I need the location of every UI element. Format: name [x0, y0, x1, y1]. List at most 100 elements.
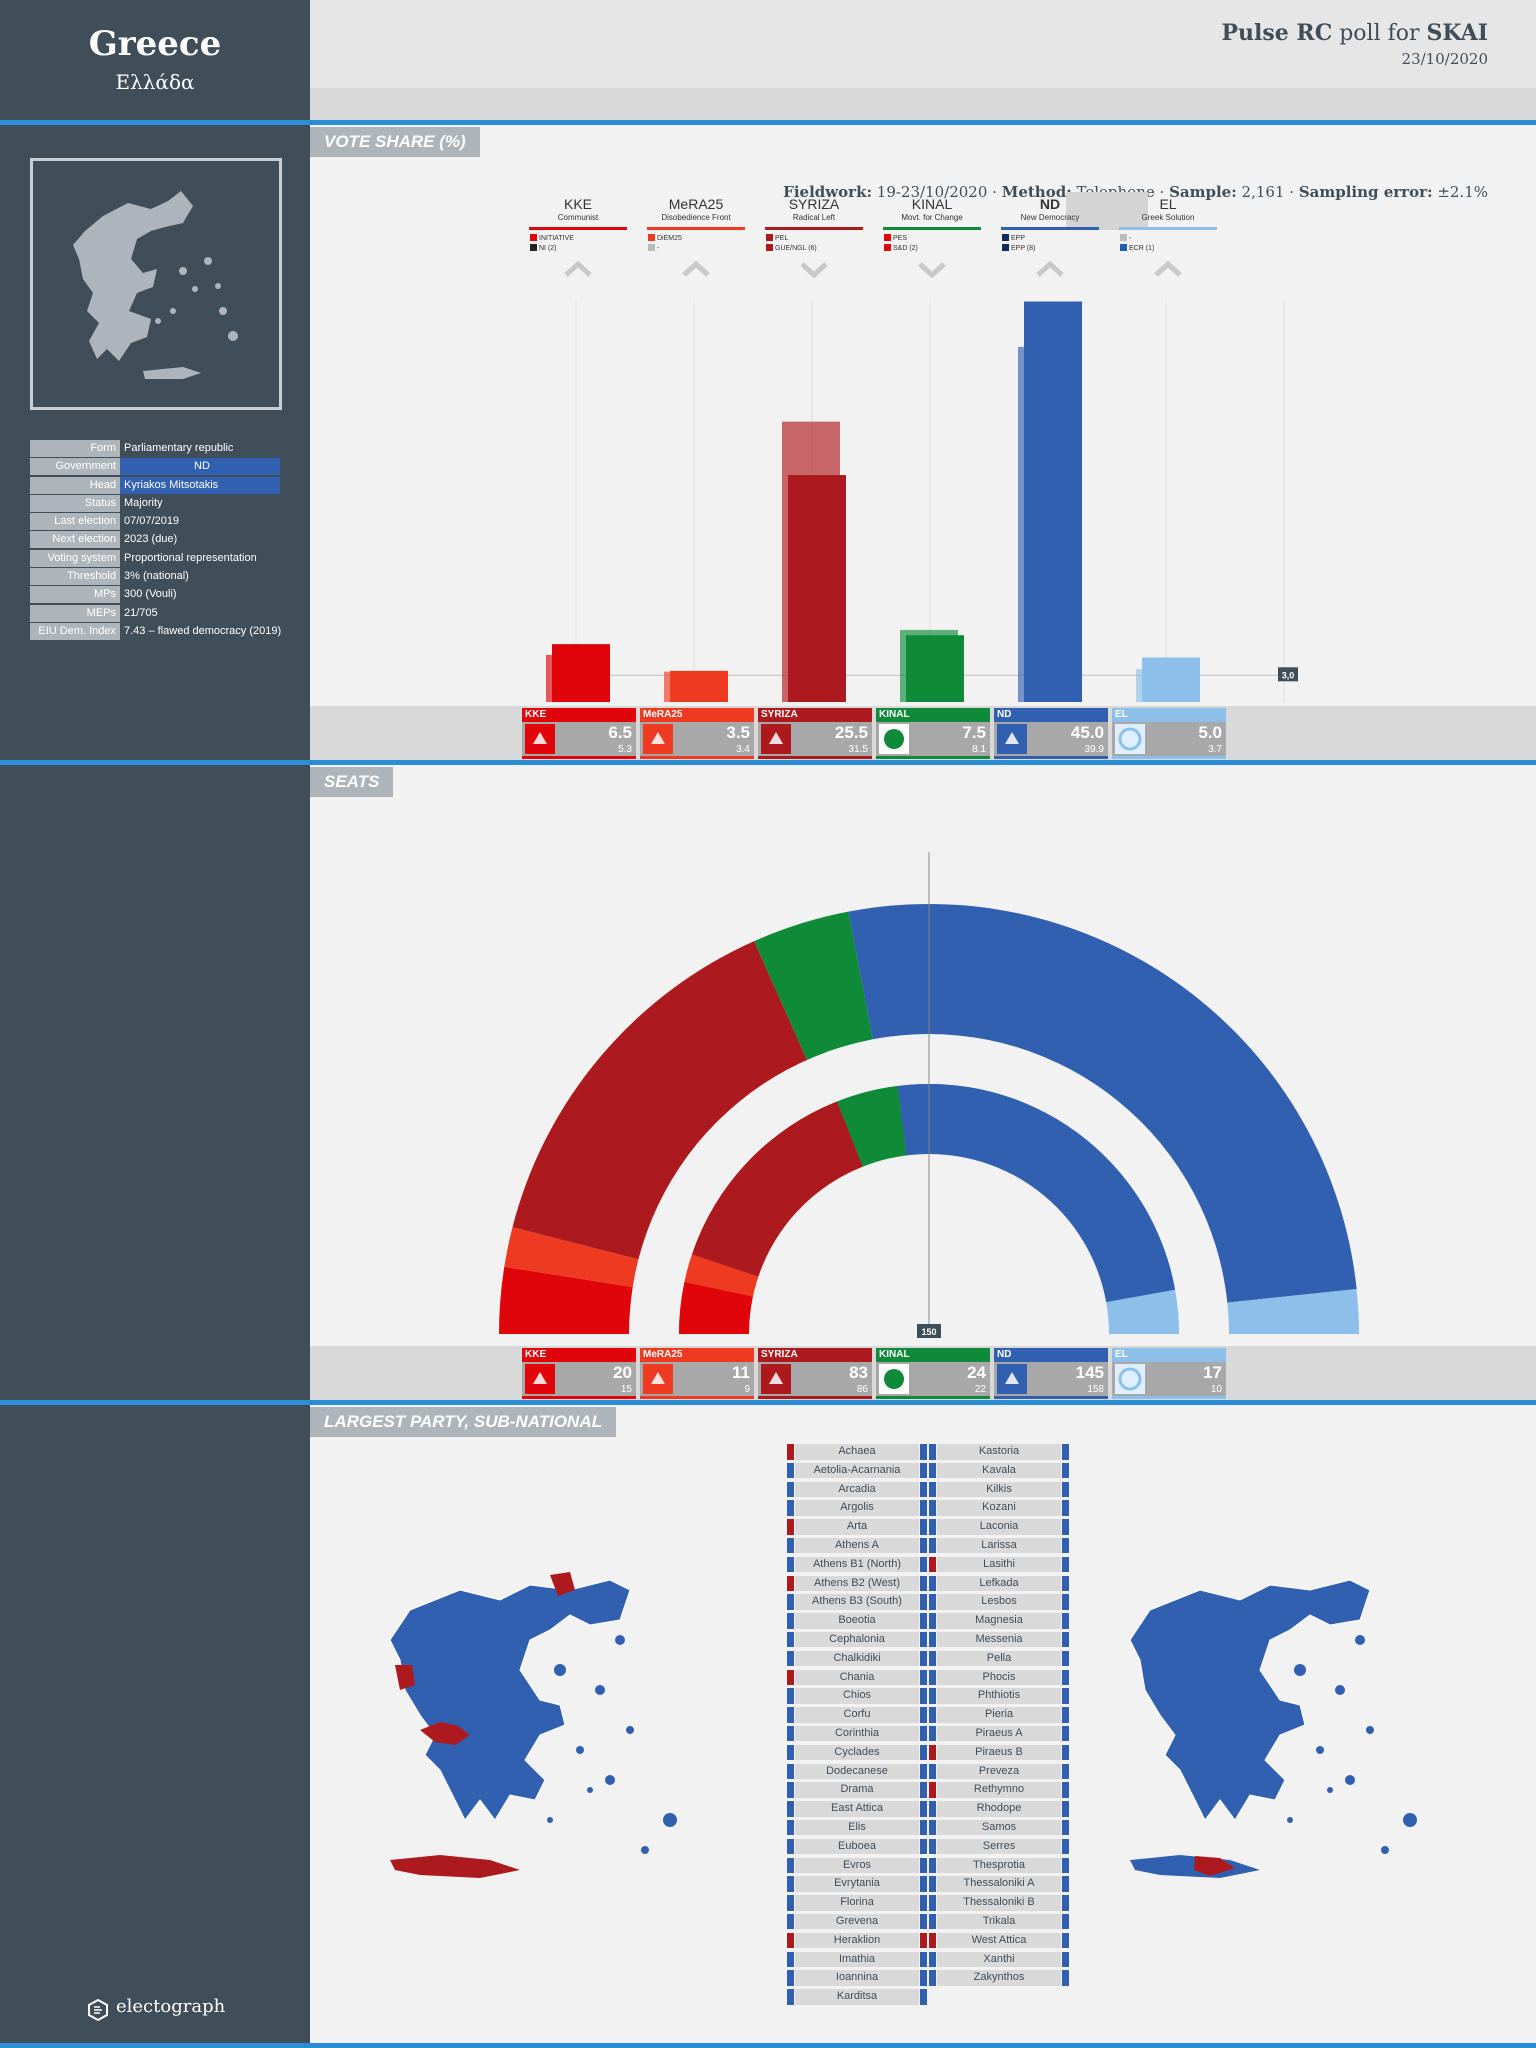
- party-box-value: 5.0: [1198, 723, 1222, 742]
- region-current-marker: [929, 1970, 936, 1986]
- party-color-line: [765, 227, 863, 230]
- region-previous-marker: [1062, 1819, 1069, 1836]
- region-previous-marker: [920, 1782, 927, 1798]
- threshold-label: 3,0: [1282, 670, 1295, 680]
- party-box-body: 24 22: [876, 1362, 990, 1396]
- region-current-marker: [929, 1500, 936, 1516]
- region-current-marker: [787, 1970, 794, 1986]
- party-color-line: [529, 227, 627, 230]
- region-item: Karditsa: [787, 1989, 927, 2005]
- region-current-marker: [929, 1707, 936, 1723]
- group-color-square: [648, 234, 655, 241]
- party-full-name: Communist: [557, 213, 599, 222]
- region-current-marker: [929, 1725, 936, 1742]
- info-row: MPs 300 (Vouli): [30, 586, 292, 604]
- region-item: Samos: [929, 1819, 1069, 1836]
- party-box-previous: 15: [620, 1384, 632, 1395]
- party-full-name: Radical Left: [792, 213, 836, 222]
- party-box-underline: [640, 1396, 754, 1399]
- group-color-square: [884, 234, 891, 241]
- info-row: Status Majority: [30, 494, 292, 512]
- party-box-abbr: ND: [994, 1348, 1108, 1362]
- info-row: EIU Dem. Index 7.43 – flawed democracy (2…: [30, 622, 292, 640]
- region-item: Pieria: [929, 1707, 1069, 1723]
- region-item: Corinthia: [787, 1725, 927, 1742]
- party-box-value: 24: [967, 1363, 986, 1382]
- region-previous-marker: [1062, 1895, 1069, 1911]
- region-current-marker: [929, 1895, 936, 1911]
- poll-header: Pulse RC poll for SKAI 23/10/2020: [310, 0, 1536, 88]
- region-previous-marker: [1062, 1913, 1069, 1930]
- party-header-el: EL Greek Solution - ECR (1): [1118, 196, 1218, 278]
- region-item: Zakynthos: [929, 1970, 1069, 1986]
- region-current-marker: [929, 1669, 936, 1686]
- region-previous-marker: [1062, 1519, 1069, 1535]
- region-current-marker: [787, 1744, 794, 1761]
- region-current-marker: [787, 1537, 794, 1554]
- chevron-up-icon: [1036, 260, 1064, 277]
- info-value: 2023 (due): [124, 533, 178, 546]
- party-logo-icon: [879, 1364, 909, 1394]
- region-previous-marker: [1062, 1838, 1069, 1855]
- party-box-abbr: EL: [1112, 1348, 1226, 1362]
- region-item: Lesbos: [929, 1594, 1069, 1610]
- party-box-value: 11: [732, 1363, 750, 1382]
- region-previous-marker: [1062, 1462, 1069, 1479]
- party-box-kke: KKE 6.5 5.3: [522, 708, 636, 759]
- region-item: Larissa: [929, 1537, 1069, 1554]
- region-previous-marker: [920, 1951, 927, 1968]
- region-previous-marker: [920, 1876, 927, 1892]
- party-abbr: SYRIZA: [788, 196, 840, 212]
- party-box-body: 7.5 8.1: [876, 722, 990, 756]
- party-box-body: 45.0 39.9: [994, 722, 1108, 756]
- region-current-marker: [787, 1857, 794, 1874]
- region-previous-marker: [920, 1594, 927, 1610]
- region-previous-marker: [1062, 1631, 1069, 1648]
- party-abbr: KINAL: [911, 196, 953, 212]
- region-previous-marker: [1062, 1613, 1069, 1629]
- country-native-name: Ελλάδα: [115, 70, 195, 94]
- region-item: Piraeus B: [929, 1744, 1069, 1761]
- region-item: Rhodope: [929, 1801, 1069, 1817]
- party-box-mera25: MeRA25 11 9: [640, 1348, 754, 1399]
- region-item: Phthiotis: [929, 1688, 1069, 1704]
- party-box-abbr: SYRIZA: [758, 1348, 872, 1362]
- regional-map-previous: [1129, 1579, 1417, 1878]
- party-header-kinal: KINAL Movt. for Change PES S&D (2): [882, 196, 982, 278]
- region-current-marker: [929, 1763, 936, 1780]
- party-logo-icon: [643, 724, 673, 754]
- party-logo-icon: [525, 724, 555, 754]
- party-full-name: Disobedience Front: [661, 213, 731, 222]
- region-item: Florina: [787, 1895, 927, 1911]
- chevron-down-icon: [800, 262, 828, 278]
- party-national-group: PEL: [766, 234, 864, 244]
- party-box-previous: 5.3: [618, 744, 632, 755]
- vote-share-section-title: VOTE SHARE (%): [310, 127, 480, 157]
- region-previous-marker: [920, 1631, 927, 1648]
- region-previous-marker: [920, 1481, 927, 1498]
- region-previous-marker: [920, 1819, 927, 1836]
- party-box-abbr: EL: [1112, 708, 1226, 722]
- party-box-kke: KKE 20 15: [522, 1348, 636, 1399]
- party-box-nd: ND 145 158: [994, 1348, 1108, 1399]
- region-item: Dodecanese: [787, 1763, 927, 1780]
- region-item: Kilkis: [929, 1481, 1069, 1498]
- region-previous-marker: [1062, 1725, 1069, 1742]
- poll-date: 23/10/2020: [1401, 50, 1488, 68]
- region-previous-marker: [1062, 1707, 1069, 1723]
- info-key: Status: [30, 494, 120, 512]
- region-item: Pella: [929, 1650, 1069, 1667]
- region-current-marker: [787, 1594, 794, 1610]
- info-value: 21/705: [124, 606, 158, 619]
- party-box-underline: [522, 756, 636, 759]
- party-box-abbr: ND: [994, 708, 1108, 722]
- party-box-abbr: KINAL: [876, 1348, 990, 1362]
- party-box-previous: 8.1: [972, 744, 986, 755]
- party-eu-group: ECR (1): [1120, 244, 1218, 254]
- region-item: Rethymno: [929, 1782, 1069, 1798]
- region-item: East Attica: [787, 1801, 927, 1817]
- region-current-marker: [929, 1932, 936, 1949]
- region-current-marker: [787, 1895, 794, 1911]
- region-item: Athens A: [787, 1537, 927, 1554]
- poll-title: Pulse RC poll for SKAI: [1221, 20, 1488, 46]
